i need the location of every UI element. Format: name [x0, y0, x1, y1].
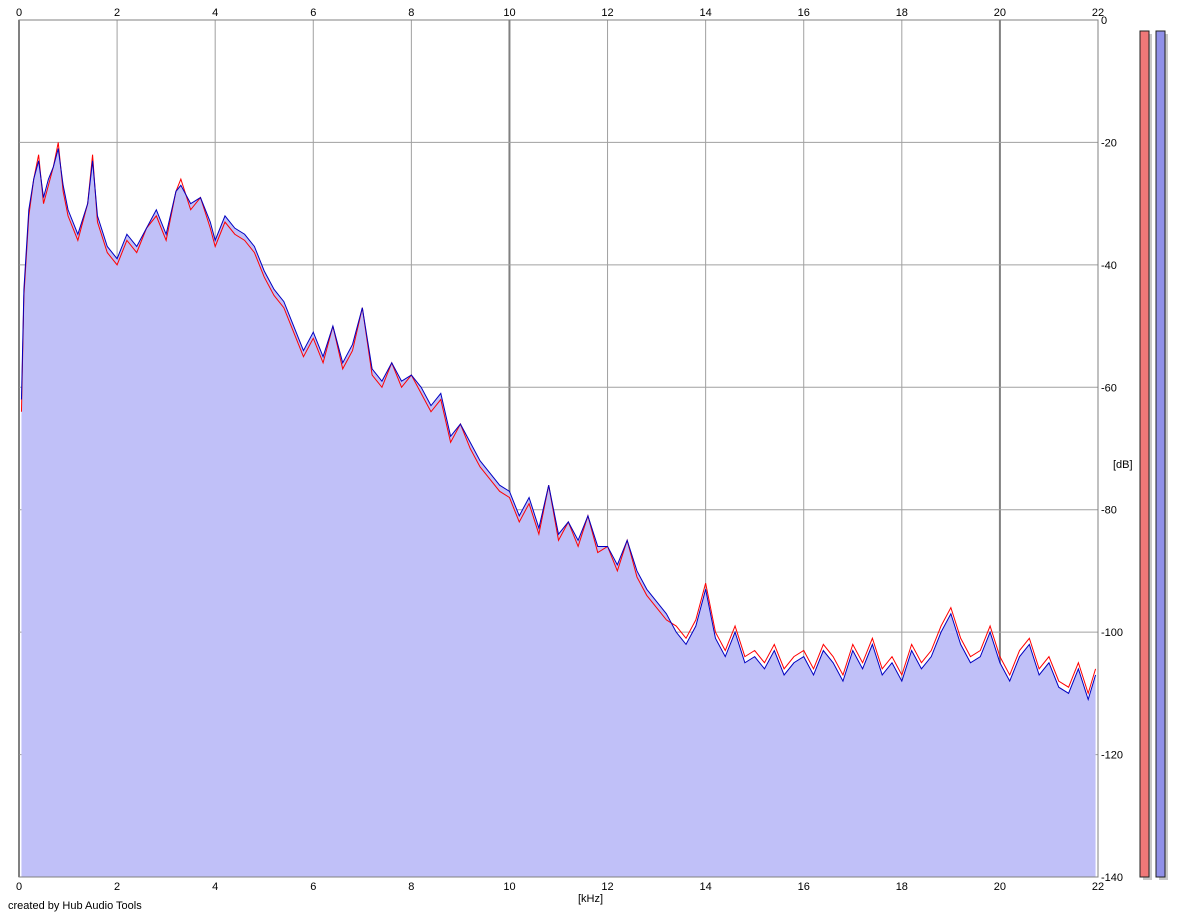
x-tick-label: 6: [310, 7, 316, 19]
y-axis-label: [dB]: [1113, 459, 1133, 471]
y-tick-labels: 0 -20 -40 -60 -80 -100 -120 -140: [1101, 15, 1123, 884]
meter-right: [1155, 30, 1166, 878]
x-tick-label: 2: [114, 7, 120, 19]
x-tick-label: 16: [798, 881, 810, 893]
x-tick-label: 0: [16, 881, 22, 893]
credit-text: created by Hub Audio Tools: [8, 900, 142, 912]
x-axis-label: [kHz]: [578, 893, 603, 905]
y-tick-label: -80: [1101, 505, 1117, 517]
y-tick-label: -140: [1101, 872, 1123, 884]
x-tick-label: 14: [700, 7, 712, 19]
x-tick-label: 10: [503, 7, 515, 19]
x-tick-label: 4: [212, 7, 218, 19]
x-tick-label: 8: [408, 7, 414, 19]
y-tick-label: -120: [1101, 750, 1123, 762]
spectrum-analyzer: 0 2 4 6 8 10 12 14 16 18 20 22 0 2 4 6 8 10 12 14 16 18 20 22 …: [8, 7, 1168, 912]
meter-left: [1139, 30, 1150, 878]
x-tick-label: 20: [994, 881, 1006, 893]
x-tick-label: 2: [114, 881, 120, 893]
y-tick-label: -100: [1101, 627, 1123, 639]
x-tick-labels-top: 0 2 4 6 8 10 12 14 16 18 20 22: [16, 7, 1104, 19]
x-tick-label: 10: [503, 881, 515, 893]
y-tick-label: 0: [1101, 15, 1107, 27]
x-tick-label: 12: [601, 881, 613, 893]
x-tick-label: 18: [896, 7, 908, 19]
x-tick-label: 6: [310, 881, 316, 893]
x-tick-labels-bottom: 0 2 4 6 8 10 12 14 16 18 20 22: [16, 881, 1104, 893]
x-tick-label: 12: [601, 7, 613, 19]
x-tick-label: 20: [994, 7, 1006, 19]
y-tick-label: -20: [1101, 137, 1117, 149]
x-tick-label: 16: [798, 7, 810, 19]
y-tick-label: -60: [1101, 382, 1117, 394]
x-tick-label: 18: [896, 881, 908, 893]
x-tick-label: 4: [212, 881, 218, 893]
level-meters: [1139, 30, 1168, 880]
y-tick-label: -40: [1101, 260, 1117, 272]
x-tick-label: 0: [16, 7, 22, 19]
x-tick-label: 8: [408, 881, 414, 893]
x-tick-label: 14: [700, 881, 712, 893]
